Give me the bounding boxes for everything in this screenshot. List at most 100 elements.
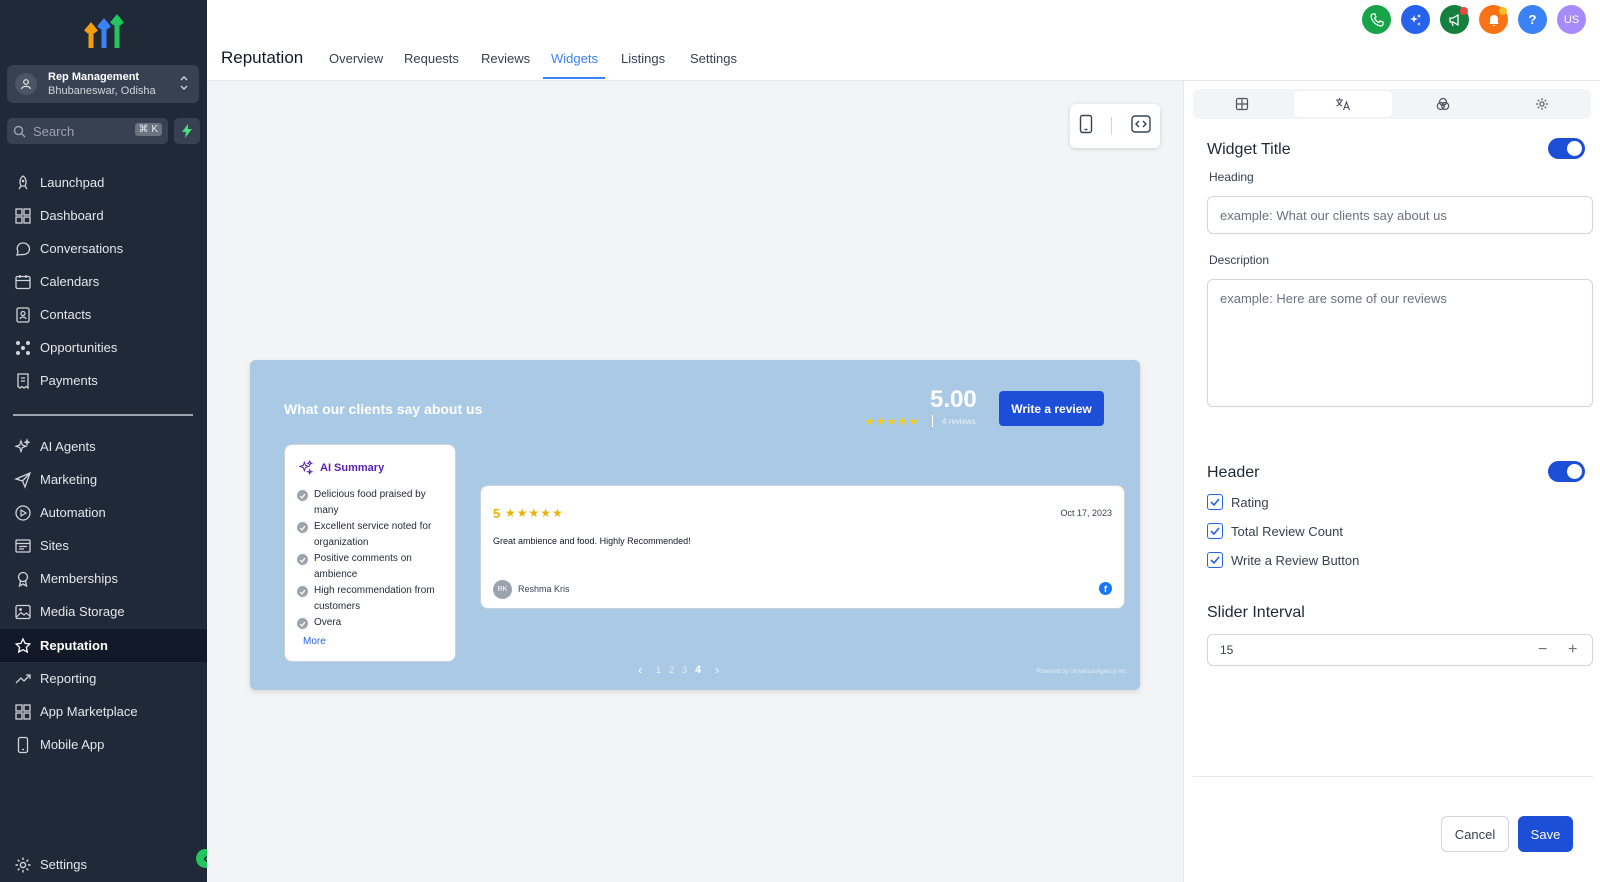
sites-icon [15, 538, 31, 553]
tab-requests[interactable]: Requests [404, 51, 459, 66]
pager-next-button[interactable]: › [715, 663, 719, 677]
sidebar-item-label: Launchpad [40, 175, 105, 190]
sidebar-item-media-storage[interactable]: Media Storage [0, 595, 207, 628]
description-textarea[interactable]: example: Here are some of our reviews [1207, 279, 1593, 407]
sidebar-item-app-marketplace[interactable]: App Marketplace [0, 695, 207, 728]
sidebar-item-contacts[interactable]: Contacts [0, 298, 207, 331]
tab-reviews[interactable]: Reviews [481, 51, 530, 66]
sidebar-item-mobile-app[interactable]: Mobile App [0, 728, 207, 761]
description-label: Description [1209, 253, 1270, 267]
tab-style[interactable] [1394, 89, 1493, 119]
user-avatar[interactable]: US [1557, 5, 1586, 34]
embed-code-button[interactable] [1131, 114, 1151, 138]
notification-dot [1460, 7, 1468, 15]
ai-summary-item-text: Positive comments on ambience [314, 553, 412, 580]
sidebar-item-automation[interactable]: Automation [0, 496, 207, 529]
sidebar-item-conversations[interactable]: Conversations [0, 232, 207, 265]
save-button[interactable]: Save [1518, 816, 1573, 852]
mobile-preview-button[interactable] [1079, 114, 1093, 139]
sparkles-icon [1409, 13, 1421, 26]
chat-icon [16, 241, 31, 256]
announcements-button[interactable] [1440, 5, 1469, 34]
increment-button[interactable]: + [1568, 641, 1577, 659]
stars-divider [932, 415, 933, 427]
star-icon [14, 636, 32, 653]
write-review-button-checkbox[interactable]: Write a Review Button [1207, 552, 1359, 568]
ai-summary-list: Delicious food praised by many Excellent … [297, 487, 449, 631]
quick-action-button[interactable] [174, 118, 200, 144]
tab-settings[interactable]: Settings [690, 51, 737, 66]
sidebar-item-opportunities[interactable]: Opportunities [0, 331, 207, 364]
pager-page[interactable]: 2 [669, 665, 674, 675]
sidebar-item-calendars[interactable]: Calendars [0, 265, 207, 298]
sidebar-item-reputation[interactable]: Reputation [0, 629, 207, 662]
location-subtitle: Bhubaneswar, Odisha [48, 85, 156, 97]
sidebar-item-label: Reputation [40, 638, 108, 653]
write-review-button[interactable]: Write a review [999, 391, 1104, 426]
opportunities-icon [16, 340, 30, 355]
help-button[interactable]: ? [1518, 5, 1547, 34]
review-text: Great ambience and food. Highly Recommen… [493, 536, 691, 546]
sidebar-item-settings[interactable]: Settings [0, 848, 207, 881]
checkbox-label: Write a Review Button [1231, 552, 1360, 568]
app-logo[interactable] [84, 14, 124, 50]
phone-button[interactable] [1362, 5, 1391, 34]
sidebar-item-label: Payments [40, 373, 98, 388]
bell-icon [1488, 14, 1499, 26]
sidebar-item-dashboard[interactable]: Dashboard [0, 199, 207, 232]
pager-current-page[interactable]: 4 [695, 664, 701, 676]
sidebar-item-reporting[interactable]: Reporting [0, 662, 207, 695]
widget-heading: What our clients say about us [284, 401, 483, 417]
notification-dot [1499, 7, 1507, 15]
slider-interval-value: 15 [1220, 643, 1234, 657]
tab-layout[interactable] [1193, 89, 1292, 119]
sidebar-item-marketing[interactable]: Marketing [0, 463, 207, 496]
sidebar-item-ai-agents[interactable]: AI Agents [0, 430, 207, 463]
checkbox-label: Total Review Count [1231, 523, 1343, 539]
sidebar-item-label: AI Agents [40, 439, 96, 454]
total-review-count-checkbox[interactable]: Total Review Count [1207, 523, 1343, 539]
ai-summary-item-text: Overa [314, 617, 342, 628]
rating-checkbox[interactable]: Rating [1207, 494, 1269, 510]
tab-content[interactable] [1293, 91, 1392, 117]
pager: ‹ 1 2 3 4 › [628, 663, 729, 677]
sidebar-item-launchpad[interactable]: Launchpad [0, 166, 207, 199]
notifications-button[interactable] [1479, 5, 1508, 34]
phone-icon [1369, 12, 1384, 27]
pager-page[interactable]: 1 [656, 665, 661, 675]
tab-widgets[interactable]: Widgets [551, 51, 598, 66]
sidebar-item-label: Settings [40, 857, 87, 872]
heading-input[interactable]: example: What our clients say about us [1207, 196, 1593, 234]
sidebar-item-memberships[interactable]: Memberships [0, 562, 207, 595]
sidebar-item-payments[interactable]: Payments [0, 364, 207, 397]
check-circle-icon [297, 522, 308, 533]
slider-interval-stepper[interactable]: 15 − + [1207, 634, 1593, 666]
header-toggle[interactable] [1548, 461, 1585, 482]
search-placeholder: Search [33, 123, 75, 139]
decrement-button[interactable]: − [1538, 641, 1547, 659]
sidebar-item-label: Opportunities [40, 340, 118, 355]
tab-overview[interactable]: Overview [329, 51, 383, 66]
tab-listings[interactable]: Listings [621, 51, 665, 66]
sidebar: Rep Management Bhubaneswar, Odisha Searc… [0, 0, 215, 882]
lightning-icon [182, 124, 192, 138]
sidebar-item-sites[interactable]: Sites [0, 529, 207, 562]
sidebar-item-label: Calendars [40, 274, 100, 289]
widget-title-section-label: Widget Title [1207, 141, 1291, 158]
pager-page[interactable]: 3 [682, 665, 687, 675]
sidebar-item-label: Marketing [40, 472, 98, 487]
ai-summary-more-link[interactable]: More [303, 636, 326, 647]
tab-settings[interactable] [1493, 89, 1592, 119]
powered-by-label: Powered by Universal Agency Inc [1036, 669, 1126, 675]
location-switcher[interactable]: Rep Management Bhubaneswar, Odisha [7, 65, 199, 103]
ai-assist-button[interactable] [1401, 5, 1430, 34]
pager-prev-button[interactable]: ‹ [638, 663, 642, 677]
widget-stars: ★★★★★ [865, 416, 920, 428]
search-input[interactable]: Search ⌘ K [7, 118, 168, 144]
rocket-icon [18, 174, 28, 189]
checkbox-checked-icon [1207, 494, 1223, 510]
calendar-icon [15, 274, 31, 289]
cancel-button[interactable]: Cancel [1441, 816, 1509, 852]
code-icon [1131, 114, 1151, 133]
widget-title-toggle[interactable] [1548, 138, 1585, 159]
